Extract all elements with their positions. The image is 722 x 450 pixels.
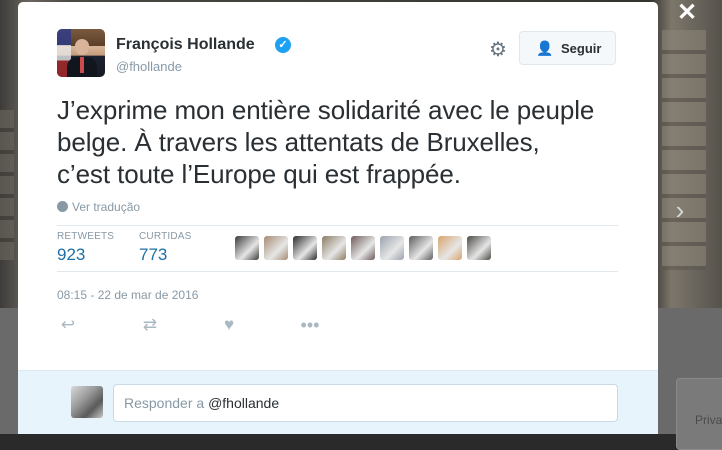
likes-count[interactable]: 773	[139, 245, 167, 265]
retweets-count[interactable]: 923	[57, 245, 85, 265]
background-window-left	[0, 110, 14, 260]
verified-badge-icon: ✓	[275, 37, 291, 53]
author-name[interactable]: François Hollande	[116, 36, 255, 54]
divider	[57, 271, 618, 272]
reply-mention: @fhollande	[208, 395, 280, 411]
liker-avatar[interactable]	[438, 236, 462, 260]
liker-avatar[interactable]	[409, 236, 433, 260]
tweet-text-line: belge. À travers les attentats de Bruxel…	[57, 127, 540, 157]
liker-avatar[interactable]	[293, 236, 317, 260]
liker-avatar[interactable]	[380, 236, 404, 260]
translate-link[interactable]: Ver tradução	[57, 200, 140, 214]
retweets-label: RETWEETS	[57, 231, 115, 242]
avatar-tie	[80, 57, 84, 73]
tweet-text: J’exprime mon entière solidarité avec le…	[57, 94, 637, 190]
gear-icon[interactable]: ⚙	[487, 39, 509, 61]
add-user-icon: 👤	[536, 40, 554, 56]
chevron-right-icon[interactable]: ›	[668, 195, 692, 225]
author-avatar[interactable]	[57, 29, 105, 77]
reply-prefix: Responder a	[124, 395, 209, 411]
tweet-timestamp: 08:15 - 22 de mar de 2016	[57, 288, 199, 302]
translate-label: Ver tradução	[72, 200, 141, 214]
tweet-modal: François Hollande ✓ @fhollande ⚙ 👤 Segui…	[18, 2, 658, 434]
tweet-text-line: J’exprime mon entière solidarité avec le…	[57, 95, 595, 125]
avatar-face	[75, 39, 89, 55]
close-icon[interactable]: ✕	[673, 0, 701, 26]
globe-icon	[57, 201, 68, 212]
background-window-right	[662, 30, 706, 270]
reply-input[interactable]: Responder a @fhollande	[113, 384, 618, 422]
tweet-text-line: c’est toute l’Europe qui est frappée.	[57, 159, 461, 189]
retweet-icon[interactable]: ⇄	[138, 315, 162, 335]
follow-button[interactable]: 👤 Seguir	[519, 31, 616, 65]
liker-avatar[interactable]	[322, 236, 346, 260]
liker-avatar[interactable]	[351, 236, 375, 260]
more-icon[interactable]: •••	[298, 315, 322, 335]
divider	[57, 225, 618, 226]
current-user-avatar	[71, 386, 103, 418]
liker-avatar[interactable]	[235, 236, 259, 260]
side-card-text: Priva	[695, 413, 722, 427]
liker-avatar[interactable]	[264, 236, 288, 260]
heart-icon[interactable]: ♥	[219, 315, 239, 335]
side-card: Priva	[676, 378, 722, 450]
likes-label: CURTIDAS	[139, 231, 192, 242]
reply-icon[interactable]: ↩	[57, 315, 79, 335]
liker-avatar[interactable]	[467, 236, 491, 260]
author-handle[interactable]: @fhollande	[116, 59, 182, 74]
follow-label: Seguir	[561, 41, 602, 56]
